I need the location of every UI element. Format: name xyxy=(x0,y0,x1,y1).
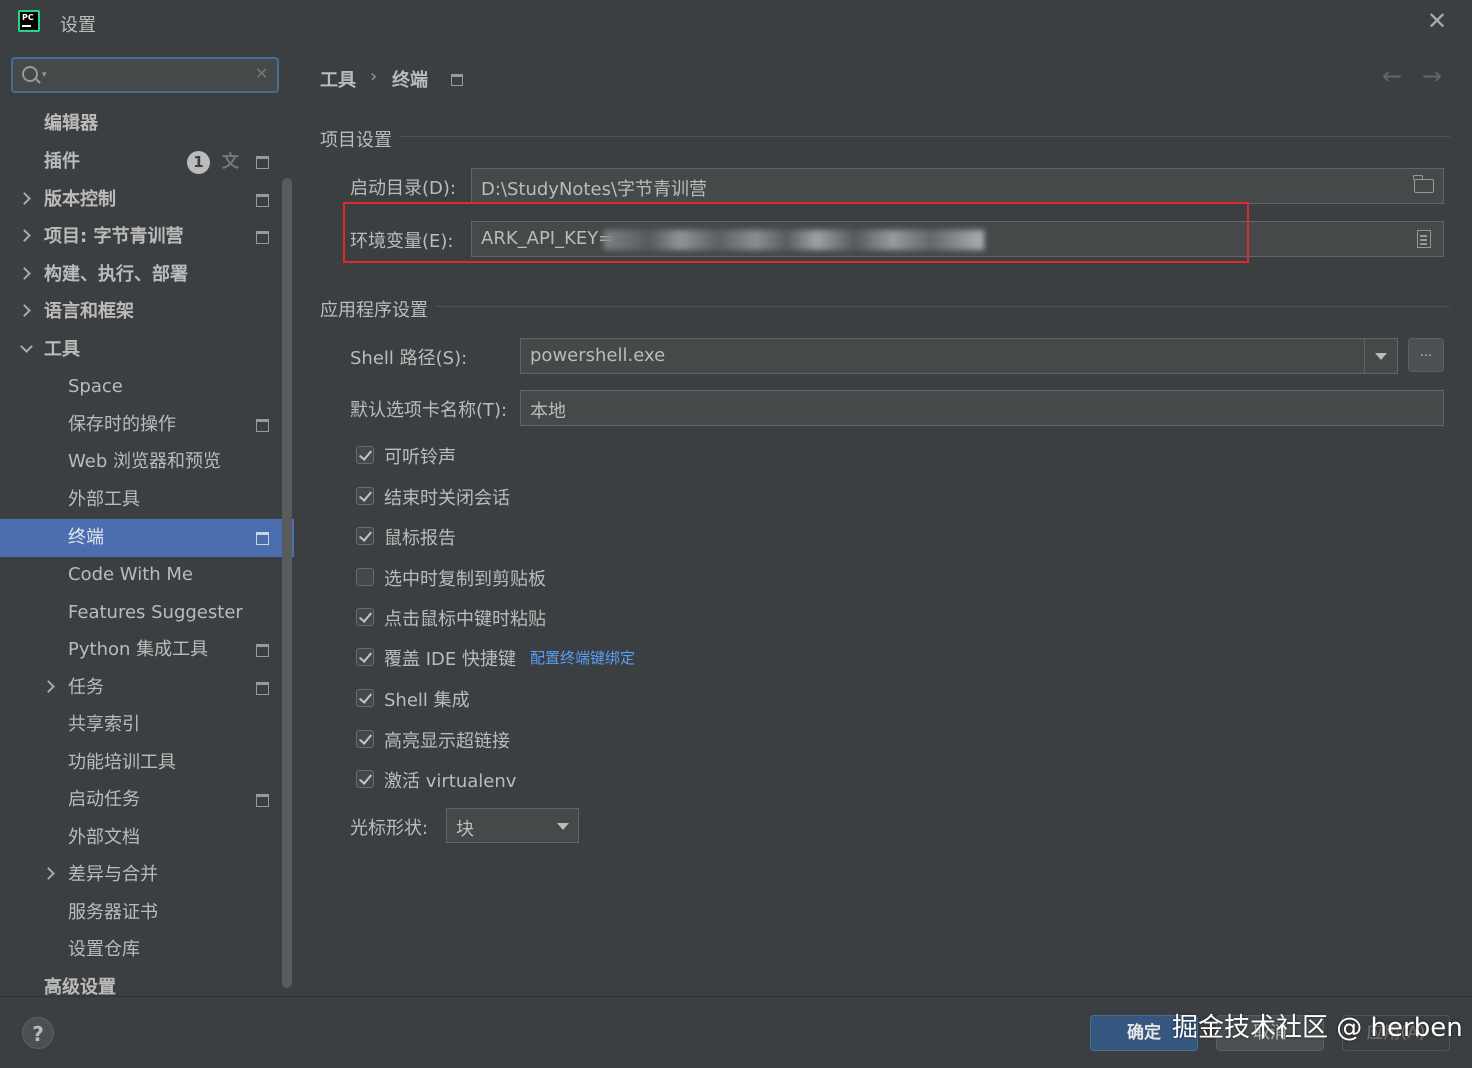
project-scope-icon xyxy=(256,419,269,432)
back-arrow-icon[interactable]: ← xyxy=(1382,62,1402,90)
title-bar: PC 设置 ✕ xyxy=(0,0,1472,45)
chevron-right-icon[interactable] xyxy=(20,231,30,241)
project-scope-icon xyxy=(256,194,269,207)
sidebar-item-startup-tasks[interactable]: 启动任务 xyxy=(0,781,280,819)
sidebar-item-code-with-me[interactable]: Code With Me xyxy=(0,556,280,594)
tab-name-field[interactable]: 本地 xyxy=(520,390,1444,426)
sidebar-item-settings-repository[interactable]: 设置仓库 xyxy=(0,931,280,969)
start-dir-label: 启动目录(D): xyxy=(350,178,456,199)
sidebar-item-server-certificates[interactable]: 服务器证书 xyxy=(0,894,280,932)
sidebar-item-space[interactable]: Space xyxy=(0,368,280,406)
search-input[interactable] xyxy=(55,63,249,89)
breadcrumb-current: 终端 xyxy=(392,70,428,91)
section-divider xyxy=(400,136,1450,137)
sidebar-item-plugins[interactable]: 插件 1 文 xyxy=(0,143,280,181)
settings-main-panel: 工具 › 终端 ← → 项目设置 启动目录(D): D:\StudyNotes\… xyxy=(294,44,1472,996)
chevron-right-icon[interactable] xyxy=(44,869,54,879)
pycharm-logo-icon: PC xyxy=(18,10,40,32)
window-title: 设置 xyxy=(60,15,96,36)
sidebar-item-project[interactable]: 项目: 字节青训营 xyxy=(0,218,280,256)
sidebar-item-editor[interactable]: 编辑器 xyxy=(0,105,280,143)
search-options-icon[interactable]: ▾ xyxy=(42,70,47,80)
shell-path-combo[interactable]: powershell.exe xyxy=(520,338,1398,374)
clear-icon[interactable]: ✕ xyxy=(255,64,268,83)
project-scope-icon xyxy=(256,682,269,695)
project-scope-icon xyxy=(256,794,269,807)
chevron-right-icon[interactable] xyxy=(20,269,30,279)
annotation-highlight-box xyxy=(343,202,1249,263)
chevron-right-icon[interactable] xyxy=(20,194,30,204)
project-scope-icon xyxy=(256,644,269,657)
sidebar-item-tasks[interactable]: 任务 xyxy=(0,669,280,707)
translate-icon: 文 xyxy=(222,152,239,172)
breadcrumb-parent[interactable]: 工具 xyxy=(320,66,356,92)
browse-button[interactable]: ... xyxy=(1408,338,1444,372)
help-button[interactable]: ? xyxy=(22,1017,54,1049)
sidebar-item-shared-indexes[interactable]: 共享索引 xyxy=(0,706,280,744)
configure-keybindings-link[interactable]: 配置终端键绑定 xyxy=(530,647,635,668)
search-box[interactable]: ▾ ✕ xyxy=(11,57,279,93)
sidebar-item-features-suggester[interactable]: Features Suggester xyxy=(0,594,280,632)
sidebar-item-languages[interactable]: 语言和框架 xyxy=(0,293,280,331)
project-settings-title: 项目设置 xyxy=(320,130,392,151)
sidebar-item-web-browsers[interactable]: Web 浏览器和预览 xyxy=(0,443,280,481)
folder-icon[interactable] xyxy=(1413,175,1434,193)
update-count-badge: 1 xyxy=(187,151,210,174)
sidebar-item-python-tools[interactable]: Python 集成工具 xyxy=(0,631,280,669)
sidebar-item-diff-merge[interactable]: 差异与合并 xyxy=(0,856,280,894)
edit-variables-icon[interactable] xyxy=(1417,230,1431,248)
sidebar-item-terminal[interactable]: 终端 xyxy=(0,519,294,557)
sidebar-item-external-tools[interactable]: 外部工具 xyxy=(0,481,280,519)
start-dir-field[interactable]: D:\StudyNotes\字节青训营 xyxy=(471,168,1444,204)
app-settings-title: 应用程序设置 xyxy=(320,300,428,321)
chevron-down-icon[interactable] xyxy=(22,344,32,354)
watermark: 掘金技术社区 @ herben xyxy=(1172,1013,1463,1043)
settings-sidebar: ▾ ✕ 编辑器 插件 1 文 版本控制 项目: 字节青训营 构建、执行、部署 语… xyxy=(0,44,294,996)
section-divider xyxy=(436,306,1450,307)
tab-name-label: 默认选项卡名称(T): xyxy=(350,400,508,421)
close-icon[interactable]: ✕ xyxy=(1424,8,1450,34)
chevron-right-icon[interactable] xyxy=(20,306,30,316)
sidebar-item-build[interactable]: 构建、执行、部署 xyxy=(0,256,280,294)
dialog-button-bar: ? 确定 取消 应用(A) 掘金技术社区 @ herben xyxy=(0,996,1472,1068)
project-scope-icon xyxy=(256,231,269,244)
chevron-down-icon[interactable] xyxy=(1364,339,1397,373)
cursor-shape-select[interactable]: 块 xyxy=(446,808,579,843)
sidebar-scrollbar[interactable] xyxy=(282,178,292,988)
search-icon xyxy=(22,66,38,82)
sidebar-item-tools[interactable]: 工具 xyxy=(0,331,280,369)
project-scope-icon xyxy=(451,74,463,86)
forward-arrow-icon[interactable]: → xyxy=(1422,62,1442,90)
project-scope-icon xyxy=(256,532,269,545)
sidebar-item-advanced[interactable]: 高级设置 xyxy=(0,969,280,996)
breadcrumb-separator: › xyxy=(370,66,378,87)
chevron-right-icon[interactable] xyxy=(44,682,54,692)
sidebar-item-external-docs[interactable]: 外部文档 xyxy=(0,819,280,857)
shell-path-label: Shell 路径(S): xyxy=(350,348,468,369)
sidebar-item-vcs[interactable]: 版本控制 xyxy=(0,181,280,219)
cursor-shape-label: 光标形状: xyxy=(350,818,429,839)
project-scope-icon xyxy=(256,156,269,169)
sidebar-item-feature-trainer[interactable]: 功能培训工具 xyxy=(0,744,280,782)
sidebar-item-save-actions[interactable]: 保存时的操作 xyxy=(0,406,280,444)
